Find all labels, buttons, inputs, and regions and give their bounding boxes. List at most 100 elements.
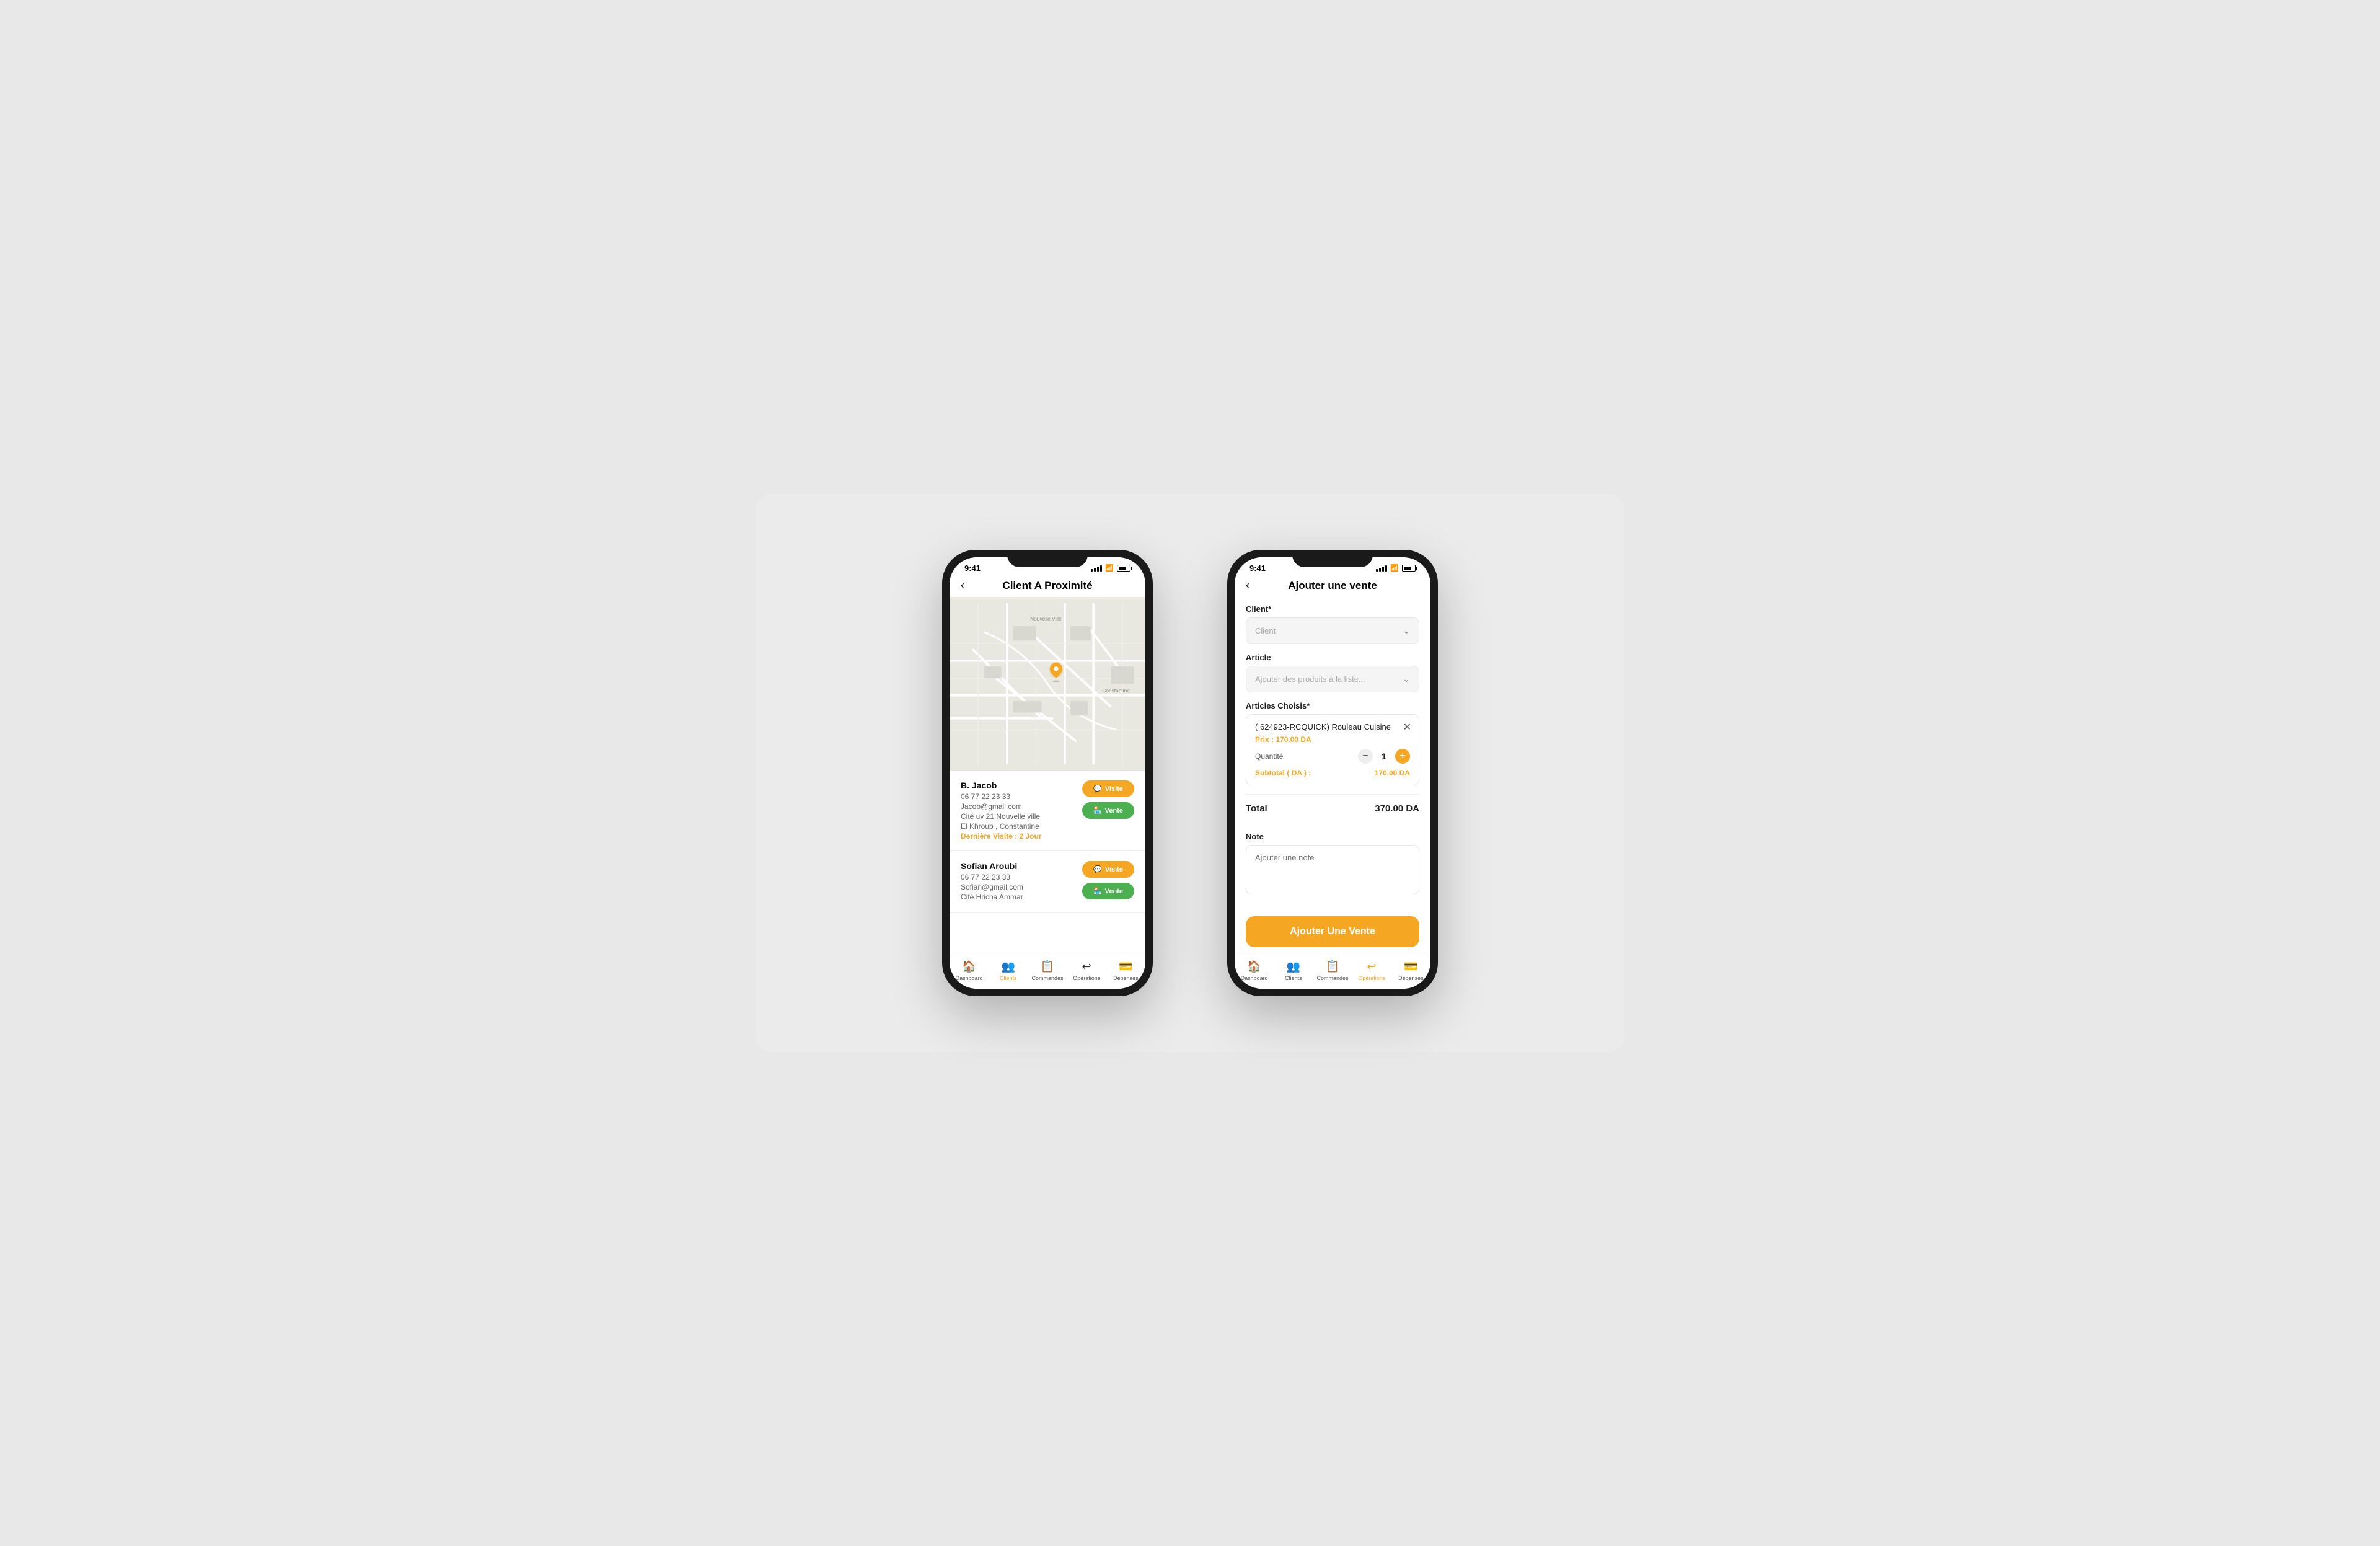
subtotal-value: 170.00 DA bbox=[1375, 769, 1410, 777]
battery-icon-2 bbox=[1402, 565, 1416, 572]
subtotal-row: Subtotal ( DA ) : 170.00 DA bbox=[1255, 769, 1410, 777]
subtotal-label: Subtotal ( DA ) : bbox=[1255, 769, 1311, 777]
note-label: Note bbox=[1246, 832, 1419, 841]
store-icon-2: 🏪 bbox=[1093, 887, 1102, 895]
nav-commandes-label-2: Commandes bbox=[1316, 975, 1348, 981]
article-placeholder: Ajouter des produits à la liste... bbox=[1255, 674, 1365, 684]
nav-depenses-2[interactable]: 💳 Dépenses bbox=[1391, 960, 1430, 981]
articles-choisis-label: Articles Choisis* bbox=[1246, 701, 1419, 710]
total-row: Total 370.00 DA bbox=[1246, 794, 1419, 823]
article-item-price: Prix : 170.00 DA bbox=[1255, 735, 1410, 744]
page-title-2: Ajouter une vente bbox=[1261, 580, 1404, 592]
client-address-1: Cité uv 21 Nouvelle ville bbox=[961, 812, 1042, 821]
phone-1-inner: 9:41 📶 ‹ Client A Proximité bbox=[950, 557, 1145, 989]
chat-icon-2: 💬 bbox=[1093, 865, 1102, 873]
scene: 9:41 📶 ‹ Client A Proximité bbox=[756, 494, 1624, 1052]
remove-article-button[interactable]: ✕ bbox=[1403, 721, 1411, 733]
client-list: B. Jacob 06 77 22 23 33 Jacob@gmail.com … bbox=[950, 771, 1145, 955]
page-title-1: Client A Proximité bbox=[976, 580, 1119, 592]
client-address-2: Cité Hricha Ammar bbox=[961, 893, 1023, 901]
client-phone-2: 06 77 22 23 33 bbox=[961, 873, 1023, 881]
client-info-2: Sofian Aroubi 06 77 22 23 33 Sofian@gmai… bbox=[961, 861, 1023, 903]
svg-text:Constantine: Constantine bbox=[1102, 687, 1130, 694]
vente-button-1[interactable]: 🏪 Vente bbox=[1082, 802, 1134, 819]
client-item-2: Sofian Aroubi 06 77 22 23 33 Sofian@gmai… bbox=[950, 851, 1145, 913]
nav-operations-label-2: Opérations bbox=[1358, 975, 1385, 981]
nav-dashboard-1[interactable]: 🏠 Dashboard bbox=[950, 960, 989, 981]
client-select[interactable]: Client ⌄ bbox=[1246, 617, 1419, 644]
nav-operations-label-1: Opérations bbox=[1073, 975, 1100, 981]
signal-icon-1 bbox=[1091, 565, 1102, 572]
phone-1-content: Nouvelle Ville Constantine B. Jacob bbox=[950, 597, 1145, 955]
note-section: Note bbox=[1246, 832, 1419, 898]
client-item-1: B. Jacob 06 77 22 23 33 Jacob@gmail.com … bbox=[950, 771, 1145, 851]
visite-button-2[interactable]: 💬 Visite bbox=[1082, 861, 1134, 878]
depenses-icon-2: 💳 bbox=[1404, 960, 1417, 973]
svg-text:Nouvelle Ville: Nouvelle Ville bbox=[1030, 616, 1062, 622]
map-container: Nouvelle Ville Constantine bbox=[950, 597, 1145, 771]
notch-2 bbox=[1292, 550, 1373, 567]
client-email-1: Jacob@gmail.com bbox=[961, 802, 1042, 811]
battery-icon-1 bbox=[1117, 565, 1130, 572]
visite-button-1[interactable]: 💬 Visite bbox=[1082, 780, 1134, 797]
phone-1: 9:41 📶 ‹ Client A Proximité bbox=[942, 550, 1153, 996]
wifi-icon-1: 📶 bbox=[1105, 564, 1114, 572]
client-phone-1: 06 77 22 23 33 bbox=[961, 792, 1042, 801]
clients-icon-2: 👥 bbox=[1287, 960, 1300, 973]
total-value: 370.00 DA bbox=[1375, 803, 1419, 814]
nav-dashboard-2[interactable]: 🏠 Dashboard bbox=[1235, 960, 1274, 981]
nav-clients-2[interactable]: 👥 Clients bbox=[1274, 960, 1313, 981]
nav-clients-label-1: Clients bbox=[1000, 975, 1017, 981]
client-city-1: El Khroub , Constantine bbox=[961, 822, 1042, 831]
nav-dashboard-label-2: Dashboard bbox=[1241, 975, 1268, 981]
client-email-2: Sofian@gmail.com bbox=[961, 883, 1023, 891]
bottom-nav-2: 🏠 Dashboard 👥 Clients 📋 Commandes ↩ Opér… bbox=[1235, 955, 1430, 989]
vente-button-2[interactable]: 🏪 Vente bbox=[1082, 883, 1134, 899]
operations-icon-1: ↩ bbox=[1082, 960, 1091, 973]
nav-operations-2[interactable]: ↩ Opérations bbox=[1352, 960, 1391, 981]
phone-2: 9:41 📶 ‹ Ajouter une vente bbox=[1227, 550, 1438, 996]
nav-operations-1[interactable]: ↩ Opérations bbox=[1067, 960, 1106, 981]
home-icon-1: 🏠 bbox=[962, 960, 976, 973]
nav-dashboard-label-1: Dashboard bbox=[956, 975, 983, 981]
bottom-nav-1: 🏠 Dashboard 👥 Clients 📋 Commandes ↩ Opér… bbox=[950, 955, 1145, 989]
wifi-icon-2: 📶 bbox=[1390, 564, 1399, 572]
add-sale-button[interactable]: Ajouter Une Vente bbox=[1246, 916, 1419, 947]
nav-clients-1[interactable]: 👥 Clients bbox=[989, 960, 1028, 981]
article-section: Article Ajouter des produits à la liste.… bbox=[1246, 653, 1419, 692]
nav-clients-label-2: Clients bbox=[1285, 975, 1302, 981]
time-2: 9:41 bbox=[1250, 563, 1266, 573]
commandes-icon-2: 📋 bbox=[1326, 960, 1339, 973]
depenses-icon-1: 💳 bbox=[1119, 960, 1132, 973]
nav-header-1: ‹ Client A Proximité bbox=[950, 575, 1145, 597]
nav-depenses-1[interactable]: 💳 Dépenses bbox=[1106, 960, 1145, 981]
qty-increment-button[interactable]: + bbox=[1395, 749, 1410, 764]
nav-commandes-1[interactable]: 📋 Commandes bbox=[1028, 960, 1067, 981]
articles-choisis-section: Articles Choisis* ✕ ( 624923-RCQUICK) Ro… bbox=[1246, 701, 1419, 785]
form-content: Client* Client ⌄ Article Ajouter des pro… bbox=[1235, 597, 1430, 910]
signal-icon-2 bbox=[1376, 565, 1387, 572]
phone-2-inner: 9:41 📶 ‹ Ajouter une vente bbox=[1235, 557, 1430, 989]
client-last-visit-1: Dernière Visite : 2 Jour bbox=[961, 832, 1042, 841]
client-name-1: B. Jacob bbox=[961, 780, 1042, 790]
home-icon-2: 🏠 bbox=[1247, 960, 1261, 973]
back-button-1[interactable]: ‹ bbox=[961, 579, 976, 592]
article-field-label: Article bbox=[1246, 653, 1419, 662]
article-select[interactable]: Ajouter des produits à la liste... ⌄ bbox=[1246, 666, 1419, 692]
article-item-name: ( 624923-RCQUICK) Rouleau Cuisine bbox=[1255, 722, 1410, 731]
time-1: 9:41 bbox=[964, 563, 981, 573]
client-placeholder: Client bbox=[1255, 626, 1276, 635]
quantity-row: Quantité − 1 + bbox=[1255, 749, 1410, 764]
status-icons-1: 📶 bbox=[1091, 564, 1130, 572]
notch-1 bbox=[1007, 550, 1088, 567]
nav-commandes-2[interactable]: 📋 Commandes bbox=[1313, 960, 1352, 981]
chevron-down-icon-1: ⌄ bbox=[1403, 625, 1410, 636]
operations-icon-2: ↩ bbox=[1367, 960, 1377, 973]
back-button-2[interactable]: ‹ bbox=[1246, 579, 1261, 592]
qty-decrement-button[interactable]: − bbox=[1358, 749, 1373, 764]
client-actions-2: 💬 Visite 🏪 Vente bbox=[1082, 861, 1134, 899]
chevron-down-icon-2: ⌄ bbox=[1403, 674, 1410, 684]
commandes-icon-1: 📋 bbox=[1041, 960, 1054, 973]
note-input[interactable] bbox=[1246, 845, 1419, 894]
client-field-label: Client* bbox=[1246, 604, 1419, 614]
